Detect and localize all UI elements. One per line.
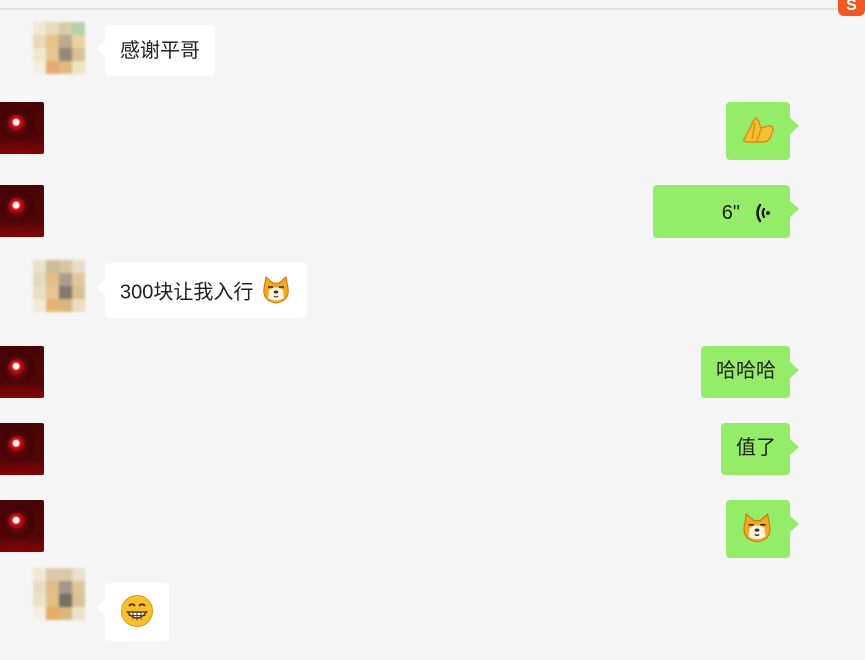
message-bubble[interactable] <box>726 500 799 558</box>
voice-duration: 6" <box>721 202 740 224</box>
message-row: 哈哈哈 <box>0 345 865 398</box>
message-bubble[interactable]: 哈哈哈 <box>701 346 799 398</box>
self-avatar[interactable] <box>0 500 44 552</box>
grinning-face-icon <box>121 595 153 627</box>
message-text: 300块让我入行 <box>120 281 254 304</box>
message-bubble[interactable] <box>726 102 799 160</box>
message-bubble[interactable]: 300块让我入行 <box>96 263 307 318</box>
self-avatar[interactable] <box>0 423 44 475</box>
voice-wave-icon <box>756 203 770 223</box>
voice-message-bubble[interactable]: 6" <box>653 185 799 238</box>
message-text: 哈哈哈 <box>716 360 776 382</box>
self-avatar[interactable] <box>0 346 44 398</box>
self-avatar[interactable] <box>0 102 44 154</box>
message-text: 感谢平哥 <box>120 40 200 62</box>
chat-message-list[interactable]: 感谢平哥 6" 300块让我入行 哈哈哈 值了 <box>0 0 865 660</box>
message-bubble[interactable]: 感谢平哥 <box>96 25 215 76</box>
contact-avatar[interactable] <box>33 568 85 620</box>
message-bubble[interactable] <box>96 583 169 641</box>
namaste-icon <box>743 117 774 143</box>
self-avatar[interactable] <box>0 185 44 237</box>
contact-avatar[interactable] <box>33 22 85 74</box>
message-text: 值了 <box>736 437 776 459</box>
message-bubble[interactable]: 值了 <box>721 423 799 475</box>
shiba-doge-icon <box>743 513 771 543</box>
message-row <box>0 499 865 558</box>
contact-avatar[interactable] <box>33 260 85 312</box>
message-row <box>0 101 865 160</box>
shiba-doge-icon <box>263 276 289 304</box>
message-row: 6" <box>0 184 865 238</box>
message-row: 值了 <box>0 422 865 475</box>
